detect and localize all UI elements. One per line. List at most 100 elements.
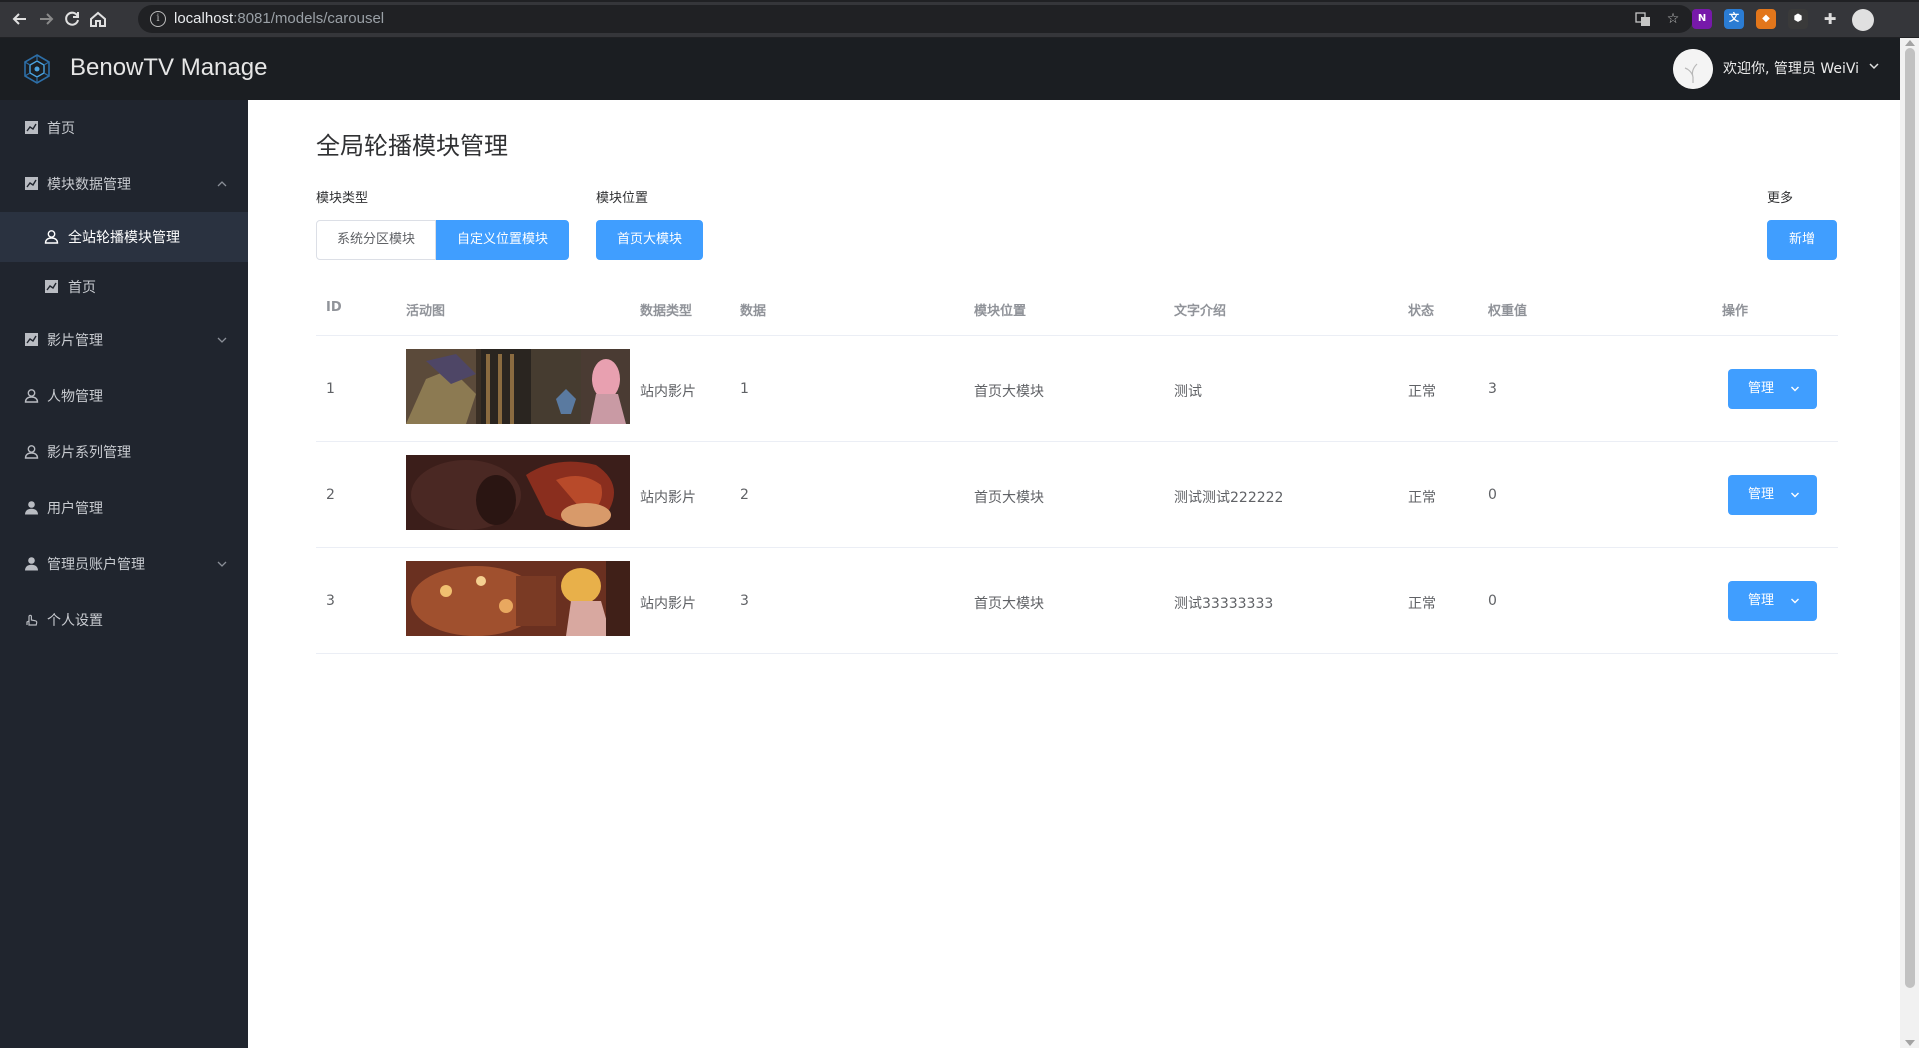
sidebar-item-label: 影片管理 xyxy=(47,333,103,349)
manage-button-label: 管理 xyxy=(1748,381,1775,396)
cell-position: 首页大模块 xyxy=(974,384,1044,400)
back-icon[interactable] xyxy=(9,8,31,30)
add-button[interactable]: 新增 xyxy=(1767,220,1837,260)
sidebar-item-label: 首页 xyxy=(47,121,75,137)
cell-id: 3 xyxy=(326,593,335,609)
sidebar-item-home-sub[interactable]: 首页 xyxy=(0,262,248,312)
sidebar-item-movies[interactable]: 影片管理 xyxy=(0,312,248,368)
user-greeting[interactable]: 欢迎你, 管理员 WeiVi xyxy=(1723,58,1859,78)
carousel-image xyxy=(406,349,630,424)
table-row: 3 站内影片 3 首页大模块 测试33333333 正常 0 管理 xyxy=(316,548,1838,654)
forward-icon[interactable] xyxy=(35,8,57,30)
sidebar-item-home[interactable]: 首页 xyxy=(0,100,248,156)
scroll-down-arrow-icon[interactable] xyxy=(1905,1040,1915,1046)
sidebar-item-label: 全站轮播模块管理 xyxy=(68,230,180,246)
main-content: 全局轮播模块管理 模块类型 模块位置 更多 系统分区模块 自定义位置模块 首页大… xyxy=(248,100,1900,1048)
onenote-extension-icon[interactable]: N xyxy=(1692,9,1712,29)
cell-data-type: 站内影片 xyxy=(640,490,696,506)
chart-icon xyxy=(25,121,38,134)
browser-toolbar: i localhost:8081/models/carousel ☆ N 文 ◆… xyxy=(0,0,1919,38)
sidebar-item-module-data[interactable]: 模块数据管理 xyxy=(0,156,248,212)
chart-icon xyxy=(25,333,38,346)
cell-intro: 测试 xyxy=(1174,384,1202,400)
sidebar-item-label: 管理员账户管理 xyxy=(47,557,145,573)
cell-status: 正常 xyxy=(1408,384,1436,400)
sidebar-item-people[interactable]: 人物管理 xyxy=(0,368,248,424)
site-info-icon[interactable]: i xyxy=(150,11,166,27)
sidebar-item-label: 人物管理 xyxy=(47,389,103,405)
table-row: 2 站内影片 2 首页大模块 测试测试222222 正常 0 管理 xyxy=(316,442,1838,548)
bookmark-star-icon[interactable]: ☆ xyxy=(1665,11,1681,27)
cell-data: 3 xyxy=(740,593,749,609)
cell-weight: 0 xyxy=(1488,593,1497,609)
cell-position: 首页大模块 xyxy=(974,596,1044,612)
chevron-down-icon xyxy=(217,561,227,567)
chevron-up-icon xyxy=(217,181,227,187)
shield-extension-icon[interactable]: ⬢ xyxy=(1788,9,1808,29)
extensions-puzzle-icon[interactable]: ✚ xyxy=(1820,9,1840,29)
page-scrollbar[interactable] xyxy=(1900,38,1919,1048)
column-header-position: 模块位置 xyxy=(974,304,1027,319)
sidebar-item-admins[interactable]: 管理员账户管理 xyxy=(0,536,248,592)
user-solid-icon xyxy=(25,501,38,515)
user-solid-icon xyxy=(25,557,38,571)
chevron-down-icon[interactable] xyxy=(1868,60,1880,72)
address-bar[interactable]: i localhost:8081/models/carousel ☆ xyxy=(138,5,1693,33)
module-position-label: 模块位置 xyxy=(596,191,649,206)
chart-icon xyxy=(45,280,58,293)
column-header-status: 状态 xyxy=(1408,304,1435,319)
cell-status: 正常 xyxy=(1408,490,1436,506)
translate-extension-icon[interactable]: 文 xyxy=(1724,9,1744,29)
manage-dropdown-button[interactable]: 管理 xyxy=(1728,475,1817,515)
user-icon xyxy=(44,230,59,244)
reload-icon[interactable] xyxy=(61,8,83,30)
sidebar-nav: 首页 模块数据管理 全站轮播模块管理 首页 影片管理 人物管理 影片系列管理 用… xyxy=(0,100,248,1048)
manage-dropdown-button[interactable]: 管理 xyxy=(1728,369,1817,409)
user-avatar[interactable] xyxy=(1673,49,1713,89)
cell-intro: 测试测试222222 xyxy=(1174,490,1284,506)
user-icon xyxy=(24,389,39,403)
user-icon xyxy=(24,445,39,459)
cell-data-type: 站内影片 xyxy=(640,384,696,400)
sidebar-item-series[interactable]: 影片系列管理 xyxy=(0,424,248,480)
column-header-data: 数据 xyxy=(740,304,767,319)
column-header-actions: 操作 xyxy=(1722,304,1749,319)
manage-dropdown-button[interactable]: 管理 xyxy=(1728,581,1817,621)
custom-module-button[interactable]: 自定义位置模块 xyxy=(436,220,570,260)
translate-icon[interactable] xyxy=(1635,11,1651,27)
carousel-table: ID 活动图 数据类型 数据 模块位置 文字介绍 状态 权重值 操作 1 站内影… xyxy=(316,280,1838,654)
chart-icon xyxy=(25,177,38,190)
module-position-button[interactable]: 首页大模块 xyxy=(596,220,704,260)
sidebar-item-carousel[interactable]: 全站轮播模块管理 xyxy=(0,212,248,262)
home-icon[interactable] xyxy=(87,8,109,30)
table-header: ID 活动图 数据类型 数据 模块位置 文字介绍 状态 权重值 操作 xyxy=(316,280,1838,336)
column-header-image: 活动图 xyxy=(406,304,446,319)
app-logo-icon xyxy=(24,54,50,84)
table-row: 1 站内影片 1 首页大模块 测试 正常 3 管理 xyxy=(316,336,1838,442)
column-header-weight: 权重值 xyxy=(1488,304,1528,319)
scrollbar-thumb[interactable] xyxy=(1905,48,1915,988)
carousel-image xyxy=(406,455,630,530)
cell-id: 2 xyxy=(326,487,335,503)
sidebar-item-label: 个人设置 xyxy=(47,613,103,629)
sidebar-item-label: 用户管理 xyxy=(47,501,103,517)
more-label: 更多 xyxy=(1767,191,1794,206)
manage-button-label: 管理 xyxy=(1748,593,1775,608)
cell-data-type: 站内影片 xyxy=(640,596,696,612)
address-url: localhost:8081/models/carousel xyxy=(174,10,385,27)
metamask-extension-icon[interactable]: ◆ xyxy=(1756,9,1776,29)
carousel-image xyxy=(406,561,630,636)
chevron-down-icon xyxy=(1791,492,1799,498)
module-type-label: 模块类型 xyxy=(316,191,369,206)
module-type-toggle: 系统分区模块 自定义位置模块 xyxy=(316,220,570,260)
browser-profile-avatar[interactable] xyxy=(1852,9,1874,31)
cell-weight: 3 xyxy=(1488,381,1497,397)
browser-tabstrip xyxy=(0,0,1919,2)
system-module-button[interactable]: 系统分区模块 xyxy=(316,220,437,260)
cell-position: 首页大模块 xyxy=(974,490,1044,506)
sidebar-item-settings[interactable]: 个人设置 xyxy=(0,592,248,648)
scroll-up-arrow-icon[interactable] xyxy=(1905,40,1915,46)
sidebar-item-users[interactable]: 用户管理 xyxy=(0,480,248,536)
cell-weight: 0 xyxy=(1488,487,1497,503)
manage-button-label: 管理 xyxy=(1748,487,1775,502)
